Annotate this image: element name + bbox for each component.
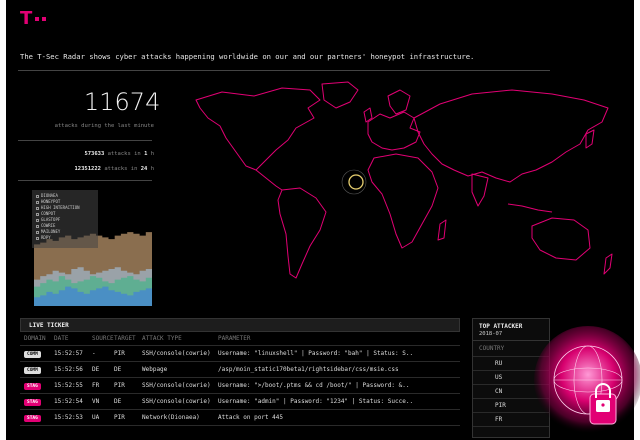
map-scandinavia <box>387 89 411 115</box>
attacks-1h-value: 573633 <box>84 151 105 157</box>
telekom-logo[interactable]: T <box>20 8 47 29</box>
domain-badge: STAG <box>24 382 41 390</box>
world-attack-map[interactable] <box>192 78 632 288</box>
domain-badge: COMM <box>24 350 41 358</box>
screenshot: T The T-Sec Radar shows cyber attacks ha… <box>0 0 640 440</box>
globe-lock-icon[interactable] <box>530 318 640 440</box>
col-parameter[interactable]: PARAMETER <box>218 335 460 342</box>
legend-swatch <box>36 236 39 240</box>
col-attack-type[interactable]: ATTACK TYPE <box>142 335 218 342</box>
chart-legend: DIONAEA HONEYPOT HIGH INTERACTION CONPOT… <box>32 190 98 248</box>
map-australia <box>531 217 591 261</box>
map-india <box>471 173 489 207</box>
ticker-row[interactable]: COMM 15:52:57 - PIR SSH/console(cowrie) … <box>20 346 460 362</box>
ticker-column-headers: DOMAIN DATE SOURCE TARGET ATTACK TYPE PA… <box>20 332 460 346</box>
col-source[interactable]: SOURCE <box>92 335 114 342</box>
tagline: The T-Sec Radar shows cyber attacks happ… <box>20 52 475 61</box>
col-target[interactable]: TARGET <box>114 335 142 342</box>
map-madagascar <box>437 219 447 241</box>
attacks-1h: 573633 attacks in 1 h <box>84 151 154 157</box>
legend-swatch <box>36 212 39 216</box>
col-date[interactable]: DATE <box>54 335 92 342</box>
legend-item[interactable]: RDPY <box>36 235 94 241</box>
logo-letter: T <box>20 8 33 29</box>
map-japan <box>585 129 595 149</box>
legend-swatch <box>36 224 39 228</box>
map-asia <box>413 89 609 183</box>
ticker-row[interactable]: STAG 15:52:53 UA PIR Network(Dionaea) At… <box>20 410 460 426</box>
legend-swatch <box>36 218 39 222</box>
col-domain[interactable]: DOMAIN <box>20 335 54 342</box>
divider <box>18 70 550 71</box>
map-central-america <box>255 169 283 191</box>
live-ticker: LIVE TICKER DOMAIN DATE SOURCE TARGET AT… <box>20 318 460 438</box>
map-south-america <box>277 187 327 279</box>
legend-swatch <box>36 194 39 198</box>
map-europe <box>367 111 421 151</box>
legend-swatch <box>36 230 39 234</box>
live-ticker-title: LIVE TICKER <box>20 318 460 332</box>
divider <box>18 140 152 141</box>
map-africa <box>367 153 439 249</box>
map-greenland <box>321 81 359 109</box>
logo-dot <box>42 16 47 21</box>
legend-swatch <box>36 206 39 210</box>
attacks-last-minute-label: attacks during the last minute <box>54 123 154 129</box>
ticker-row[interactable]: STAG 15:52:55 FR PIR SSH/console(cowrie)… <box>20 378 460 394</box>
attacks-24h-value: 12351222 <box>74 166 102 172</box>
ticker-row[interactable]: STAG 15:52:54 VN DE SSH/console(cowrie) … <box>20 394 460 410</box>
ticker-row[interactable]: COMM 15:52:56 DE DE Webpage /asp/moin_st… <box>20 362 460 378</box>
attacks-last-minute-value: 11674 <box>84 88 161 116</box>
domain-badge: STAG <box>24 398 41 406</box>
map-indonesia <box>507 203 553 213</box>
logo-dot <box>35 16 40 21</box>
divider <box>18 180 152 181</box>
attack-pulse-icon <box>348 174 364 190</box>
domain-badge: COMM <box>24 366 41 374</box>
domain-badge: STAG <box>24 414 41 422</box>
map-north-america <box>195 87 321 171</box>
attacks-24h: 12351222 attacks in 24 h <box>74 166 155 172</box>
map-new-zealand <box>603 253 613 275</box>
legend-swatch <box>36 200 39 204</box>
